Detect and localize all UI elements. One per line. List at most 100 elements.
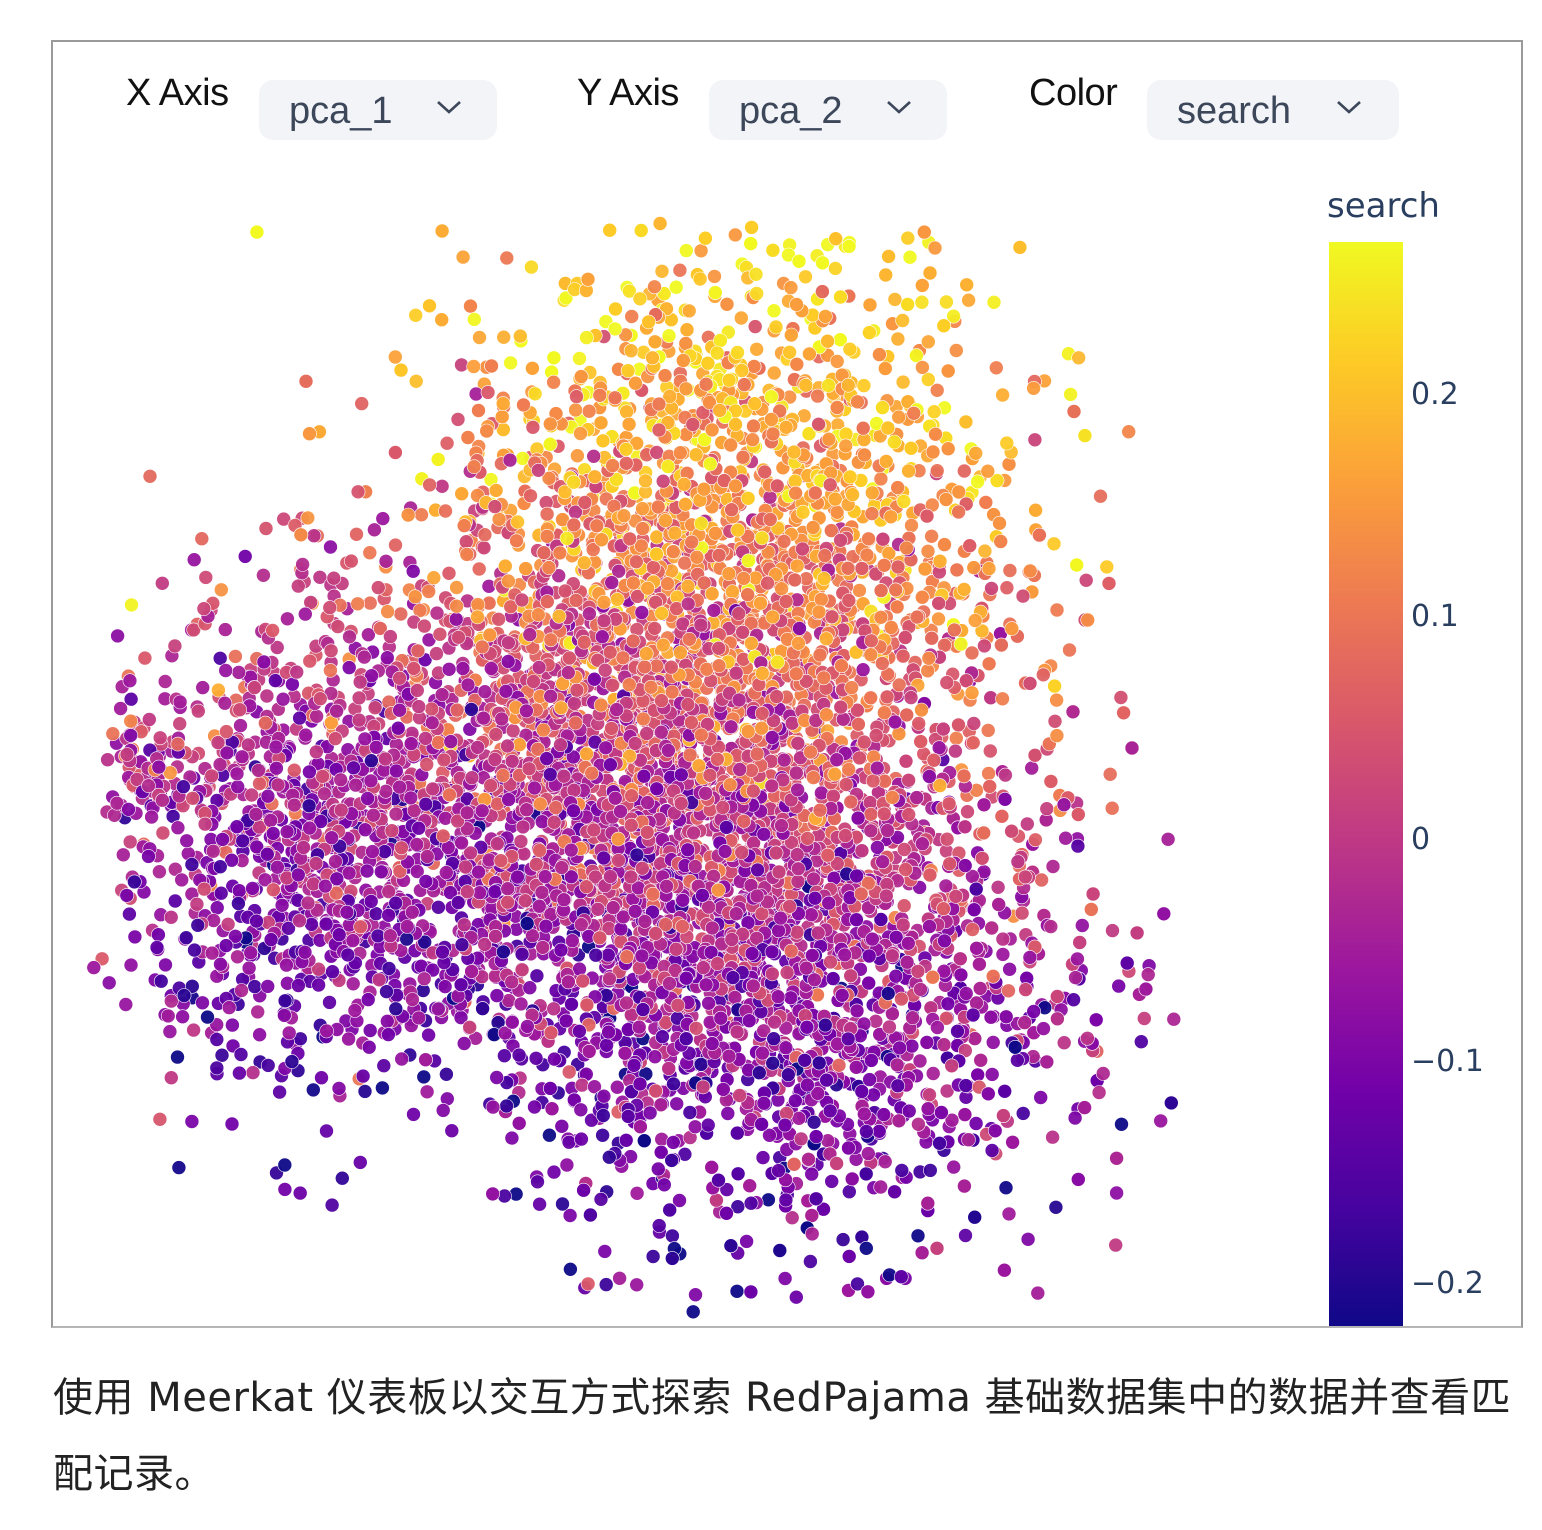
scatter-point[interactable] [948, 730, 964, 746]
scatter-point[interactable] [1124, 740, 1140, 756]
scatter-point[interactable] [597, 1244, 613, 1259]
scatter-point[interactable] [1039, 801, 1055, 817]
scatter-point[interactable] [504, 1130, 520, 1146]
scatter-point[interactable] [499, 250, 515, 266]
scatter-point[interactable] [914, 278, 930, 293]
scatter-point[interactable] [858, 1241, 874, 1256]
scatter-point[interactable] [237, 549, 253, 564]
scatter-point[interactable] [958, 414, 974, 430]
scatter-point[interactable] [170, 1049, 185, 1065]
scatter-point[interactable] [685, 1304, 701, 1320]
scatter-point[interactable] [362, 545, 378, 561]
scatter-point[interactable] [381, 907, 396, 923]
scatter-point[interactable] [393, 606, 409, 622]
scatter-point[interactable] [782, 344, 797, 360]
scatter-point[interactable] [1156, 906, 1172, 922]
scatter-point[interactable] [258, 521, 274, 536]
scatter-point[interactable] [629, 1186, 645, 1201]
scatter-point[interactable] [341, 660, 357, 675]
scatter-point[interactable] [693, 243, 709, 259]
scatter-point[interactable] [999, 580, 1015, 596]
scatter-point[interactable] [1078, 572, 1094, 588]
scatter-point[interactable] [914, 1245, 930, 1260]
scatter-point[interactable] [230, 949, 245, 965]
scatter-point[interactable] [247, 979, 262, 994]
scatter-point[interactable] [1020, 1232, 1036, 1247]
scatter-point[interactable] [739, 1234, 754, 1249]
scatter-point[interactable] [525, 360, 540, 376]
scatter-point[interactable] [444, 1123, 460, 1138]
scatter-point[interactable] [149, 940, 165, 955]
scatter-point[interactable] [1015, 1106, 1031, 1121]
scatter-point[interactable] [1113, 690, 1129, 705]
scatter-point[interactable] [1102, 766, 1118, 782]
scatter-point[interactable] [929, 1241, 945, 1256]
scatter-point[interactable] [1050, 1011, 1065, 1027]
scatter-point[interactable] [938, 492, 954, 507]
scatter-point[interactable] [546, 1164, 562, 1180]
scatter-point[interactable] [209, 900, 225, 916]
scatter-point[interactable] [916, 224, 932, 240]
scatter-point[interactable] [378, 553, 394, 569]
scatter-point[interactable] [164, 993, 179, 1009]
scatter-point[interactable] [1099, 559, 1115, 575]
scatter-point[interactable] [1088, 1012, 1104, 1028]
scatter-point[interactable] [1164, 1095, 1179, 1111]
scatter-point[interactable] [516, 846, 532, 862]
scatter-point[interactable] [405, 563, 421, 579]
scatter-point[interactable] [967, 1209, 983, 1225]
scatter-point[interactable] [438, 503, 453, 519]
scatter-point[interactable] [920, 543, 936, 559]
scatter-point[interactable] [186, 552, 202, 568]
scatter-point[interactable] [334, 1170, 350, 1186]
scatter-point[interactable] [1071, 350, 1086, 366]
scatter-point[interactable] [1039, 1054, 1055, 1070]
scatter-point[interactable] [151, 927, 166, 943]
scatter-point[interactable] [546, 350, 562, 366]
scatter-point[interactable] [472, 330, 487, 345]
scatter-point[interactable] [1001, 456, 1017, 472]
scatter-point[interactable] [212, 650, 228, 666]
scatter-point[interactable] [388, 537, 403, 553]
scatter-point[interactable] [1105, 923, 1120, 938]
scatter-point[interactable] [1066, 992, 1081, 1008]
scatter-point[interactable] [454, 357, 469, 373]
scatter-point[interactable] [174, 872, 189, 888]
scatter-point[interactable] [530, 1174, 545, 1190]
scatter-point[interactable] [922, 1087, 937, 1103]
scatter-point[interactable] [855, 662, 871, 678]
scatter-point[interactable] [373, 864, 389, 880]
scatter-point[interactable] [772, 1243, 788, 1258]
scatter-point[interactable] [455, 661, 471, 676]
scatter-point[interactable] [555, 1196, 570, 1212]
scatter-point[interactable] [277, 993, 293, 1009]
scatter-point[interactable] [852, 583, 867, 598]
scatter-point[interactable] [926, 404, 942, 420]
scatter-point[interactable] [292, 1185, 308, 1201]
scatter-point[interactable] [1069, 557, 1085, 573]
scatter-point[interactable] [1010, 854, 1026, 870]
scatter-point[interactable] [568, 402, 583, 418]
scatter-point[interactable] [450, 412, 466, 427]
scatter-point[interactable] [609, 1079, 625, 1095]
scatter-point[interactable] [1048, 1200, 1064, 1215]
scatter-point[interactable] [563, 1262, 578, 1277]
scatter-point[interactable] [1024, 760, 1040, 776]
scatter-point[interactable] [990, 879, 1006, 895]
scatter-point[interactable] [924, 528, 939, 544]
scatter-point[interactable] [998, 767, 1013, 783]
scatter-point[interactable] [766, 303, 782, 319]
scatter-point[interactable] [887, 292, 903, 307]
scatter-point[interactable] [152, 864, 167, 880]
scatter-point[interactable] [431, 899, 446, 915]
scatter-point[interactable] [1104, 800, 1120, 816]
scatter-point[interactable] [978, 495, 994, 510]
scatter-point[interactable] [505, 723, 521, 739]
scatter-point[interactable] [235, 833, 250, 849]
scatter-point[interactable] [1002, 563, 1018, 578]
scatter-point[interactable] [558, 1013, 574, 1029]
scatter-point[interactable] [957, 1107, 973, 1122]
scatter-point[interactable] [803, 1254, 818, 1269]
scatter-point[interactable] [172, 716, 187, 732]
scatter-point[interactable] [418, 1052, 433, 1068]
